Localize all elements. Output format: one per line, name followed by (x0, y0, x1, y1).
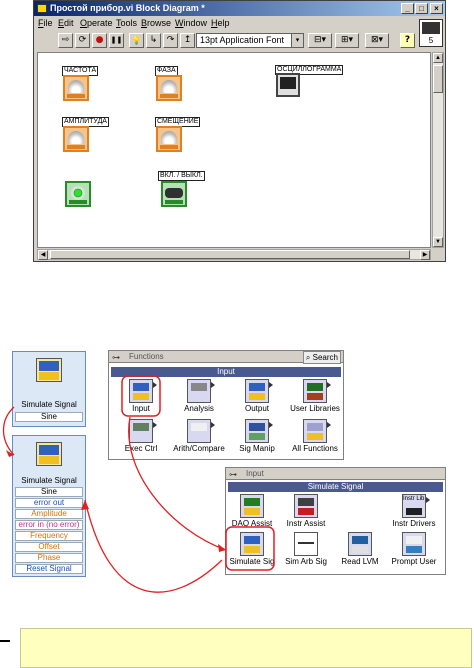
arrowhead-icon (81, 500, 89, 510)
connector-small-to-expanded (2, 406, 15, 456)
highlight-ring-input (121, 375, 161, 417)
highlight-ring-simulate-sig (225, 526, 275, 571)
annotation-overlay (2, 375, 275, 593)
connector-simulate-sig-to-block (84, 499, 223, 593)
arrowhead-icon (218, 544, 226, 552)
margin-tick (0, 640, 10, 642)
note-box (20, 628, 472, 668)
connector-input-to-simulate-sig (128, 416, 227, 551)
